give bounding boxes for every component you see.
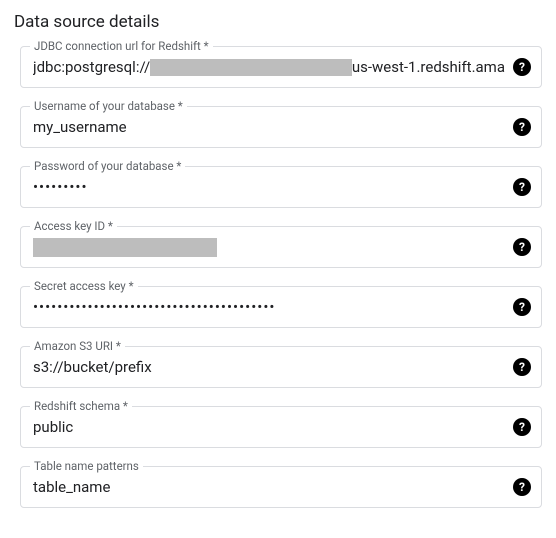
field-password: Password of your database * ? (20, 166, 542, 208)
label-table-name-patterns: Table name patterns (30, 459, 143, 473)
help-icon[interactable]: ? (513, 478, 531, 496)
label-secret-access-key: Secret access key * (30, 279, 138, 293)
access-key-input-display[interactable] (33, 238, 505, 257)
s3-uri-input[interactable] (33, 358, 505, 376)
section-title: Data source details (14, 12, 542, 32)
help-icon[interactable]: ? (513, 178, 531, 196)
help-icon[interactable]: ? (513, 298, 531, 316)
schema-input[interactable] (33, 418, 505, 436)
username-input[interactable] (33, 118, 505, 136)
field-secret-access-key: Secret access key * ? (20, 286, 542, 328)
field-access-key-id: Access key ID * ? (20, 226, 542, 268)
jdbc-redacted-segment (150, 59, 352, 76)
form-wrapper: JDBC connection url for Redshift * jdbc:… (14, 46, 542, 508)
field-jdbc-url: JDBC connection url for Redshift * jdbc:… (20, 46, 542, 88)
field-s3-uri: Amazon S3 URI * ? (20, 346, 542, 388)
label-s3-uri: Amazon S3 URI * (30, 339, 125, 353)
jdbc-input-display[interactable]: jdbc:postgresql:// us-west-1.redshift.am… (33, 58, 505, 76)
field-table-name-patterns: Table name patterns ? (20, 466, 542, 508)
table-name-input[interactable] (33, 478, 505, 496)
field-redshift-schema: Redshift schema * ? (20, 406, 542, 448)
jdbc-prefix-text: jdbc:postgresql:// (33, 58, 150, 76)
label-password: Password of your database * (30, 159, 185, 173)
help-icon[interactable]: ? (513, 58, 531, 76)
jdbc-suffix-text: us-west-1.redshift.ama (352, 58, 505, 76)
help-icon[interactable]: ? (513, 238, 531, 256)
password-input[interactable] (33, 178, 505, 196)
label-username: Username of your database * (30, 99, 187, 113)
field-username: Username of your database * ? (20, 106, 542, 148)
access-key-redacted (33, 238, 217, 257)
help-icon[interactable]: ? (513, 358, 531, 376)
help-icon[interactable]: ? (513, 418, 531, 436)
secret-key-input[interactable] (33, 298, 505, 316)
label-redshift-schema: Redshift schema * (30, 399, 132, 413)
help-icon[interactable]: ? (513, 118, 531, 136)
label-access-key-id: Access key ID * (30, 219, 117, 233)
label-jdbc-url: JDBC connection url for Redshift * (30, 39, 213, 53)
